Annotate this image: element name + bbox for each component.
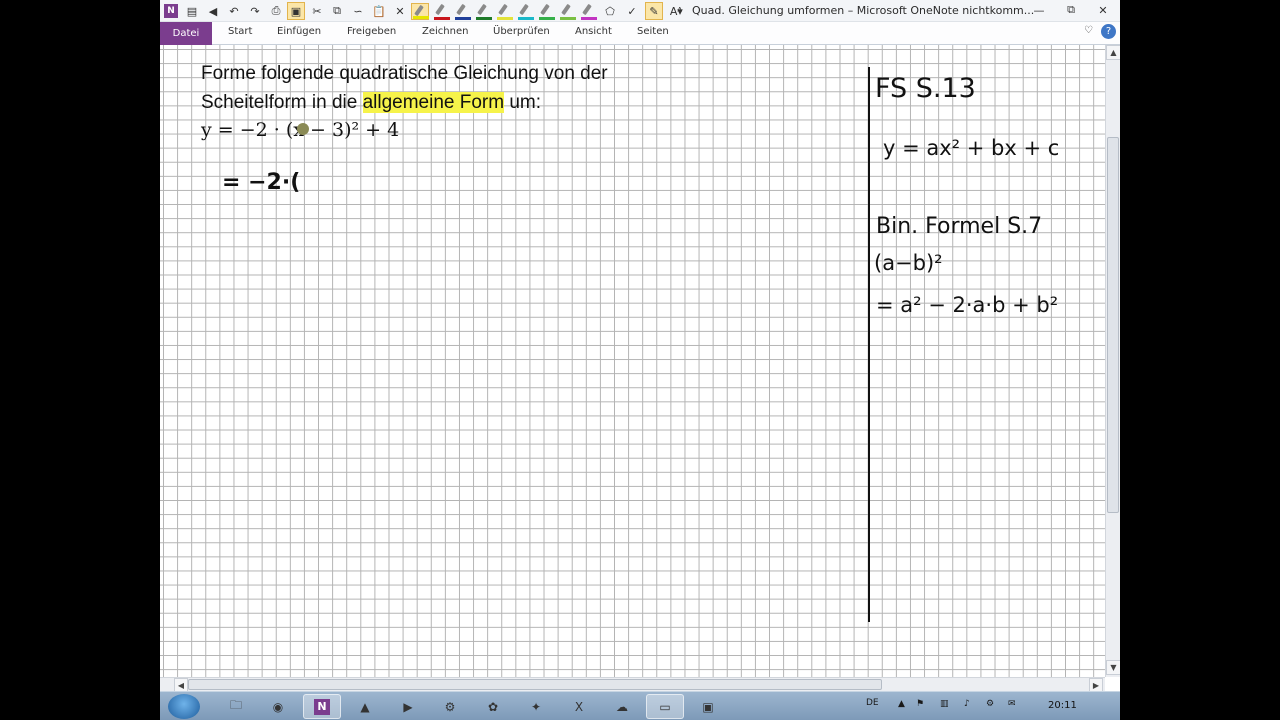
explorer-icon[interactable]: 🗀 [217,694,255,719]
media-player-icon[interactable]: ▶ [389,694,427,719]
select-pen-icon[interactable]: ✎ [645,2,663,20]
undo-icon[interactable]: ↶ [225,2,243,20]
app-icon[interactable]: ✿ [474,694,512,719]
pen-tool-icon[interactable] [433,3,451,20]
note-canvas[interactable]: Forme folgende quadratische Gleichung vo… [160,45,1105,677]
note-general-form: y = ax² + bx + c [883,136,1060,160]
tab-start[interactable]: Start [228,26,252,37]
highlighter-tool-icon[interactable] [538,3,556,20]
highlighter-tool-icon[interactable] [517,3,535,20]
eraser-icon[interactable]: ✕ [391,2,409,20]
instruction-text: um: [509,92,542,113]
tray-app-icon[interactable]: ⚙ [986,699,994,709]
vlc-icon[interactable]: ▲ [346,694,384,719]
onenote-taskbar-icon[interactable]: N [303,694,341,719]
keyboard-language[interactable]: DE [866,698,879,708]
tab-ansicht[interactable]: Ansicht [575,26,612,37]
back-icon[interactable]: ◀ [204,2,222,20]
onenote-icon[interactable]: N [162,2,180,20]
help-icon[interactable]: ? [1101,24,1116,39]
highlighter-tool-icon[interactable] [496,3,514,20]
handwritten-divider-line [868,67,870,622]
note-binomial: (a−b)² [874,251,943,275]
pen-tool-icon[interactable] [454,3,472,20]
tray-expand-icon[interactable]: ▲ [898,699,905,709]
start-button[interactable] [168,694,200,719]
onenote-window: N ▤ ◀ ↶ ↷ ⎙ ▣ ✂ ⧉ ∽ 📋 ✕ ⬠ ✓ ✎ Aᴬ ▾ Quad.… [160,0,1120,720]
scroll-right-icon[interactable]: ▶ [1089,678,1103,692]
tab-seiten[interactable]: Seiten [637,26,669,37]
excel-icon[interactable]: X [560,694,598,719]
cut-icon[interactable]: ✂ [308,2,326,20]
page-view-icon[interactable]: ⎙ [267,2,285,20]
scroll-down-icon[interactable]: ▼ [1106,660,1120,675]
note-reference-binomial: Bin. Formel S.7 [876,214,1043,239]
window-title: Quad. Gleichung umformen – Microsoft One… [692,4,1035,17]
redo-icon[interactable]: ↷ [246,2,264,20]
clock[interactable]: 20:11 [1048,700,1077,711]
customize-qat-icon[interactable]: ▾ [675,2,685,20]
checkmark-icon[interactable]: ✓ [623,2,641,20]
tab-datei[interactable]: Datei [160,22,212,45]
app-icon[interactable]: ▭ [646,694,684,719]
tab-ueberpruefen[interactable]: Überprüfen [493,26,550,37]
horizontal-scroll-thumb[interactable] [188,679,882,690]
note-reference-fs: FS S.13 [875,73,976,104]
copy-icon[interactable]: ⧉ [328,2,346,20]
handwritten-step: = −2·( [222,170,301,195]
pen-tool-icon[interactable] [411,3,429,20]
vertical-scroll-thumb[interactable] [1107,137,1119,513]
pen-cursor [297,123,309,135]
tab-einfuegen[interactable]: Einfügen [277,26,321,37]
tab-zeichnen[interactable]: Zeichnen [422,26,468,37]
tray-app-icon[interactable]: ✉ [1008,699,1016,709]
scroll-left-icon[interactable]: ◀ [174,678,188,692]
instruction-line-1: Forme folgende quadratische Gleichung vo… [201,63,608,84]
vertical-scrollbar[interactable]: ▲ ▼ [1105,45,1120,677]
horizontal-scrollbar[interactable]: ◀ ▶ [160,677,1105,692]
shapes-icon[interactable]: ⬠ [601,2,619,20]
notebook-icon[interactable]: ▤ [183,2,201,20]
app-icon[interactable]: ⚙ [431,694,469,719]
minimize-button[interactable]: — [1026,1,1052,19]
highlighted-term: allgemeine Form [362,92,505,113]
app-icon[interactable]: ✦ [517,694,555,719]
highlighter-tool-icon[interactable] [559,3,577,20]
title-bar: N ▤ ◀ ↶ ↷ ⎙ ▣ ✂ ⧉ ∽ 📋 ✕ ⬠ ✓ ✎ Aᴬ ▾ Quad.… [160,0,1120,22]
app-icon[interactable]: ☁ [603,694,641,719]
lasso-icon[interactable]: ∽ [349,2,367,20]
instruction-text: Scheitelform in die [201,92,358,113]
paste-icon[interactable]: 📋 [370,2,388,20]
pen-tool-icon[interactable] [475,3,493,20]
expand-ribbon-icon[interactable]: ♡ [1084,25,1093,36]
restore-button[interactable]: ⧉ [1058,1,1084,19]
pen-tool-icon[interactable] [580,3,598,20]
taskbar: 🗀 ◉ N ▲ ▶ ⚙ ✿ ✦ X ☁ ▭ ▣ DE ▲ ⚑ ▥ ♪ ⚙ ✉ 2… [160,691,1120,720]
ribbon-tabs: Datei Start Einfügen Freigeben Zeichnen … [160,22,1120,45]
network-icon[interactable]: ▥ [940,699,949,709]
volume-icon[interactable]: ♪ [964,699,970,709]
save-icon[interactable]: ▣ [689,694,727,719]
tab-freigeben[interactable]: Freigeben [347,26,396,37]
close-button[interactable]: ✕ [1090,1,1116,19]
note-expansion: = a² − 2·a·b + b² [876,293,1059,317]
scroll-up-icon[interactable]: ▲ [1106,45,1120,60]
firefox-icon[interactable]: ◉ [259,694,297,719]
full-page-icon[interactable]: ▣ [287,2,305,20]
instruction-line-2: Scheitelform in die allgemeine Form um: [201,92,541,114]
tray-app-icon[interactable]: ⚑ [916,699,924,709]
